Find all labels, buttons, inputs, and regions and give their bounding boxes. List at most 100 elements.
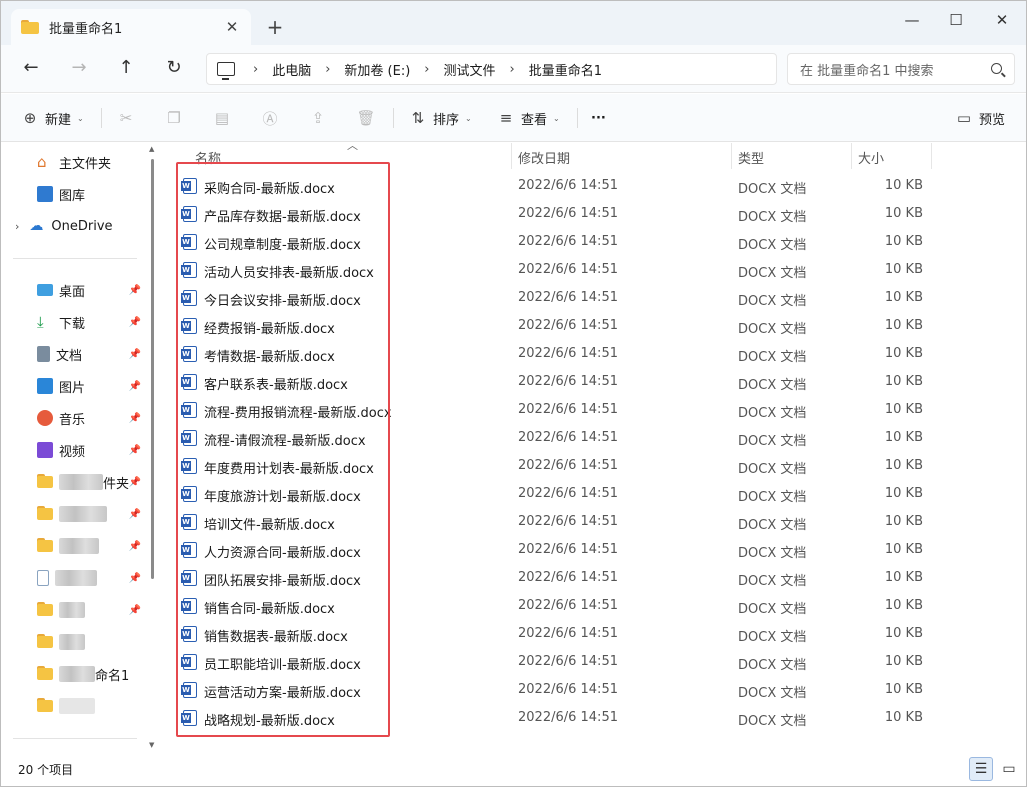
sidebar-item-recycle[interactable]: 📌 bbox=[1, 564, 147, 592]
word-document-icon bbox=[181, 262, 197, 278]
breadcrumb-separator[interactable]: › bbox=[253, 62, 258, 77]
file-row[interactable]: 今日会议安排-最新版.docx 2022/6/6 14:51 DOCX 文档 10 K… bbox=[161, 284, 1026, 312]
sidebar-item-folder[interactable]: 件夹 📌 bbox=[1, 468, 147, 496]
scroll-up-arrow-icon[interactable]: ▲ bbox=[149, 145, 154, 153]
breadcrumb-item[interactable]: 批量重命名1 bbox=[529, 60, 602, 79]
file-row[interactable]: 年度费用计划表-最新版.docx 2022/6/6 14:51 DOCX 文档 10 … bbox=[161, 452, 1026, 480]
file-row[interactable]: 经费报销-最新版.docx 2022/6/6 14:51 DOCX 文档 10 KB bbox=[161, 312, 1026, 340]
file-row[interactable]: 活动人员安排表-最新版.docx 2022/6/6 14:51 DOCX 文档 10 … bbox=[161, 256, 1026, 284]
tab-close-button[interactable]: ✕ bbox=[219, 18, 245, 36]
sidebar-item-folder[interactable]: 📌 bbox=[1, 500, 147, 528]
search-input[interactable]: 在 批量重命名1 中搜索 bbox=[787, 53, 1015, 85]
maximize-button[interactable]: ☐ bbox=[933, 9, 979, 33]
breadcrumb-item[interactable]: 新加卷 (E:) bbox=[344, 60, 410, 79]
sidebar-item-folder[interactable] bbox=[1, 628, 147, 656]
file-name: 客户联系表-最新版.docx bbox=[204, 378, 348, 393]
pin-icon[interactable]: 📌 bbox=[129, 381, 141, 392]
column-header-modified[interactable]: 修改日期 bbox=[518, 145, 570, 169]
sort-icon: ⇅ bbox=[411, 109, 425, 127]
file-row[interactable]: 公司规章制度-最新版.docx 2022/6/6 14:51 DOCX 文档 10 K… bbox=[161, 228, 1026, 256]
file-row[interactable]: 团队拓展安排-最新版.docx 2022/6/6 14:51 DOCX 文档 10 K… bbox=[161, 564, 1026, 592]
column-header-type[interactable]: 类型 bbox=[738, 145, 764, 169]
sidebar-item-folder[interactable]: 📌 bbox=[1, 596, 147, 624]
breadcrumb-item[interactable]: 测试文件 bbox=[444, 60, 496, 79]
breadcrumb-separator[interactable]: › bbox=[510, 62, 515, 77]
rename-button[interactable]: Ⓐ bbox=[261, 106, 279, 130]
column-header-name[interactable]: 名称 bbox=[195, 145, 221, 169]
breadcrumb-separator[interactable]: › bbox=[325, 62, 330, 77]
sidebar-item-folder[interactable] bbox=[1, 692, 147, 720]
share-button[interactable]: ⇪ bbox=[309, 106, 327, 130]
forward-button[interactable]: → bbox=[66, 57, 92, 81]
address-bar[interactable]: › 此电脑 › 新加卷 (E:) › 测试文件 › 批量重命名1 bbox=[206, 53, 777, 85]
sidebar-item-home[interactable]: ⌂ 主文件夹 bbox=[1, 148, 147, 176]
file-row[interactable]: 销售数据表-最新版.docx 2022/6/6 14:51 DOCX 文档 10 KB bbox=[161, 620, 1026, 648]
copy-button[interactable]: ❐ bbox=[165, 106, 183, 130]
file-row[interactable]: 流程-请假流程-最新版.docx 2022/6/6 14:51 DOCX 文档 10 … bbox=[161, 424, 1026, 452]
tiles-view-button[interactable]: ▭ bbox=[997, 757, 1021, 781]
pin-icon[interactable]: 📌 bbox=[129, 445, 141, 456]
up-button[interactable]: ↑ bbox=[113, 57, 139, 81]
file-row[interactable]: 人力资源合同-最新版.docx 2022/6/6 14:51 DOCX 文档 10 K… bbox=[161, 536, 1026, 564]
pin-icon[interactable]: 📌 bbox=[129, 605, 141, 616]
file-row[interactable]: 采购合同-最新版.docx 2022/6/6 14:51 DOCX 文档 10 KB bbox=[161, 172, 1026, 200]
back-button[interactable]: ← bbox=[18, 57, 44, 81]
sidebar-item-videos[interactable]: 视频 📌 bbox=[1, 436, 147, 464]
view-button[interactable]: ≡ 查看 ⌄ bbox=[497, 106, 560, 130]
minimize-button[interactable]: — bbox=[889, 9, 935, 33]
search-icon[interactable] bbox=[991, 63, 1002, 74]
more-options-button[interactable]: ··· bbox=[591, 106, 606, 130]
details-view-button[interactable]: ☰ bbox=[969, 757, 993, 781]
pin-icon[interactable]: 📌 bbox=[129, 349, 141, 360]
preview-button[interactable]: ▭ 预览 bbox=[955, 106, 1005, 130]
file-row[interactable]: 年度旅游计划-最新版.docx 2022/6/6 14:51 DOCX 文档 10 K… bbox=[161, 480, 1026, 508]
file-row[interactable]: 运营活动方案-最新版.docx 2022/6/6 14:51 DOCX 文档 10 K… bbox=[161, 676, 1026, 704]
pin-icon[interactable]: 📌 bbox=[129, 509, 141, 520]
clipboard-icon: ▤ bbox=[214, 109, 230, 127]
column-divider[interactable] bbox=[731, 143, 732, 169]
sidebar-item-folder[interactable]: 命名1 bbox=[1, 660, 147, 688]
file-row[interactable]: 销售合同-最新版.docx 2022/6/6 14:51 DOCX 文档 10 KB bbox=[161, 592, 1026, 620]
chevron-right-icon[interactable]: › bbox=[15, 220, 19, 233]
file-row[interactable]: 战略规划-最新版.docx 2022/6/6 14:51 DOCX 文档 10 KB bbox=[161, 704, 1026, 732]
sidebar-item-desktop[interactable]: 桌面 📌 bbox=[1, 276, 147, 304]
sidebar-item-folder[interactable]: 📌 bbox=[1, 532, 147, 560]
new-tab-button[interactable]: + bbox=[263, 15, 287, 39]
tab-current-folder[interactable]: 批量重命名1 ✕ bbox=[11, 9, 251, 45]
sidebar-item-documents[interactable]: 文档 📌 bbox=[1, 340, 147, 368]
file-row[interactable]: 产品库存数据-最新版.docx 2022/6/6 14:51 DOCX 文档 10 K… bbox=[161, 200, 1026, 228]
sort-button[interactable]: ⇅ 排序 ⌄ bbox=[409, 106, 472, 130]
paste-button[interactable]: ▤ bbox=[213, 106, 231, 130]
pin-icon[interactable]: 📌 bbox=[129, 413, 141, 424]
delete-button[interactable]: 🗑 bbox=[356, 106, 375, 130]
pin-icon[interactable]: 📌 bbox=[129, 317, 141, 328]
sidebar-item-music[interactable]: 音乐 📌 bbox=[1, 404, 147, 432]
refresh-button[interactable]: ↻ bbox=[161, 57, 187, 81]
cut-button[interactable]: ✂ bbox=[117, 106, 135, 130]
pin-icon[interactable]: 📌 bbox=[129, 285, 141, 296]
file-row[interactable]: 考情数据-最新版.docx 2022/6/6 14:51 DOCX 文档 10 KB bbox=[161, 340, 1026, 368]
file-row[interactable]: 流程-费用报销流程-最新版.docx 2022/6/6 14:51 DOCX 文档 1… bbox=[161, 396, 1026, 424]
sidebar-item-downloads[interactable]: ⤓ 下载 📌 bbox=[1, 308, 147, 336]
close-window-button[interactable]: ✕ bbox=[979, 9, 1025, 33]
pin-icon[interactable]: 📌 bbox=[129, 541, 141, 552]
file-type: DOCX 文档 bbox=[738, 686, 807, 701]
pin-icon[interactable]: 📌 bbox=[129, 477, 141, 488]
file-row[interactable]: 员工职能培训-最新版.docx 2022/6/6 14:51 DOCX 文档 10 K… bbox=[161, 648, 1026, 676]
pin-icon[interactable]: 📌 bbox=[129, 573, 141, 584]
column-divider[interactable] bbox=[931, 143, 932, 169]
file-row[interactable]: 培训文件-最新版.docx 2022/6/6 14:51 DOCX 文档 10 KB bbox=[161, 508, 1026, 536]
breadcrumb-item[interactable]: 此电脑 bbox=[272, 60, 311, 79]
column-divider[interactable] bbox=[511, 143, 512, 169]
sidebar-item-pictures[interactable]: 图片 📌 bbox=[1, 372, 147, 400]
file-row[interactable]: 客户联系表-最新版.docx 2022/6/6 14:51 DOCX 文档 10 KB bbox=[161, 368, 1026, 396]
column-divider[interactable] bbox=[851, 143, 852, 169]
sidebar-item-onedrive[interactable]: › ☁ OneDrive bbox=[1, 212, 147, 240]
sidebar-item-gallery[interactable]: 图库 bbox=[1, 180, 147, 208]
breadcrumb-separator[interactable]: › bbox=[424, 62, 429, 77]
column-header-size[interactable]: 大小 bbox=[858, 145, 884, 169]
sidebar-scrollbar[interactable] bbox=[151, 159, 154, 579]
scroll-down-arrow-icon[interactable]: ▼ bbox=[149, 741, 154, 749]
search-placeholder: 在 批量重命名1 中搜索 bbox=[800, 63, 934, 79]
new-button[interactable]: ⊕ 新建 ⌄ bbox=[21, 106, 84, 130]
